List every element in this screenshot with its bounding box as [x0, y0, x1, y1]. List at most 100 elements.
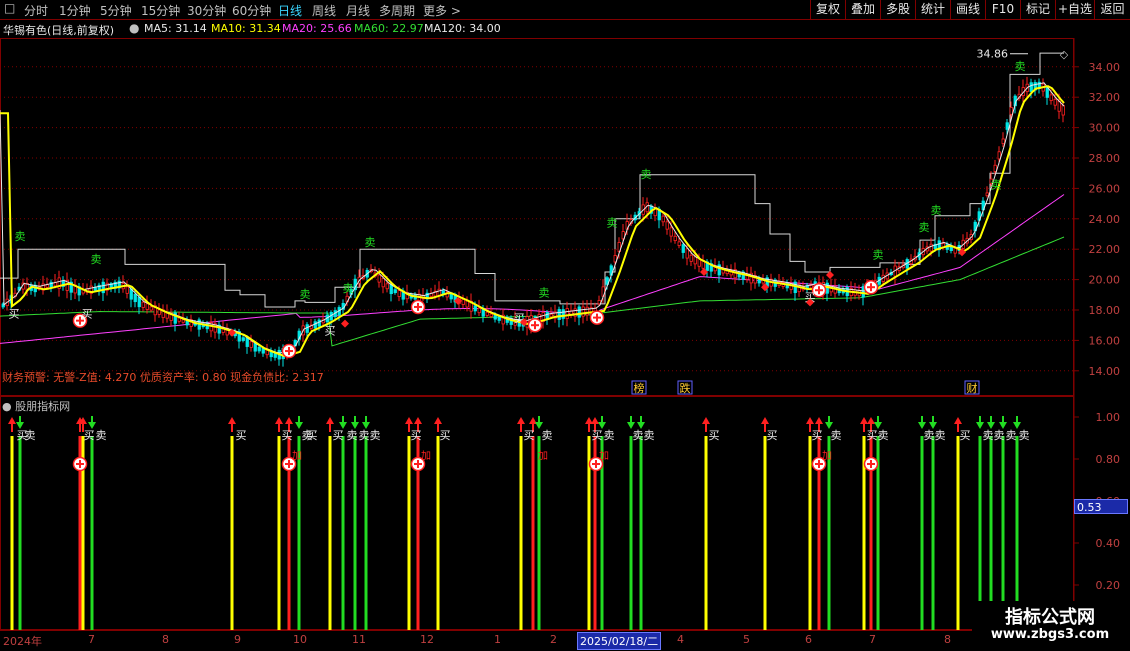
signal-bar [277, 436, 281, 630]
sell-signal-label: 卖 [991, 178, 1002, 191]
tab-period-30min[interactable]: 30分钟 [187, 2, 226, 19]
candle-body [597, 300, 601, 305]
date-label: 11 [352, 633, 366, 646]
candle-body [181, 319, 185, 323]
indicator-axis-label: 0.20 [1096, 579, 1121, 592]
tab-period-monthly[interactable]: 月线 [346, 2, 370, 19]
sell-signal-label: 卖 [873, 248, 884, 261]
signal-bar [704, 436, 708, 630]
settings-dropdown-icon[interactable]: ● [129, 21, 139, 35]
tab-period-daily[interactable]: 日线 [278, 2, 302, 19]
add-watchlist-button[interactable]: +自选 [1055, 0, 1094, 19]
signal-bar [519, 436, 523, 630]
signal-bar [364, 436, 368, 630]
date-label: 8 [162, 633, 169, 646]
multi-stock-button[interactable]: 多股 [880, 0, 915, 19]
overlay-button[interactable]: 叠加 [845, 0, 880, 19]
indicator-chart[interactable]: 1.000.800.600.400.20买买买买买买买买买买买买买买买卖卖卖卖卖… [0, 396, 1130, 630]
candle-body [669, 227, 673, 237]
sell-signal-label: 卖 [96, 429, 107, 442]
price-chart[interactable]: 34.00 32.00 30.00 28.00 26.00 24.00 22.00 20.00… [0, 38, 1130, 396]
buy-signal-label: 买 [282, 429, 293, 442]
buy-signal-label: 买 [411, 429, 422, 442]
candle-body [577, 306, 581, 318]
candle-body [393, 289, 397, 294]
tab-period-1min[interactable]: 1分钟 [59, 2, 91, 19]
buy-signal-label: 买 [709, 429, 720, 442]
price-axis-label: 32.00 [1089, 91, 1121, 104]
candle-body [809, 285, 813, 289]
signal-bar [956, 436, 960, 630]
tab-period-weekly[interactable]: 周线 [312, 2, 336, 19]
add-signal-label: 加 [292, 450, 302, 462]
candle-body [677, 241, 681, 246]
ma120-value: MA120: 34.00 [424, 22, 501, 35]
event-marker-label: 财 [967, 381, 978, 395]
price-axis-label: 16.00 [1089, 334, 1121, 347]
sell-signal-label: 卖 [641, 168, 652, 181]
statistics-button[interactable]: 统计 [915, 0, 950, 19]
mark-button[interactable]: 标记 [1020, 0, 1055, 19]
buy-signal-label: 买 [333, 429, 344, 442]
tab-period-5min[interactable]: 5分钟 [100, 2, 132, 19]
indicator-axis-label: 0.80 [1096, 453, 1121, 466]
signal-bar [920, 436, 924, 630]
window-toggle-icon[interactable]: □ [4, 1, 15, 15]
price-axis-label: 14.00 [1089, 365, 1121, 378]
signal-bar [297, 436, 301, 630]
signal-bar [827, 436, 831, 630]
stock-title[interactable]: 华锡有色(日线,前复权) [3, 22, 114, 38]
candle-body [549, 313, 553, 318]
buy-signal-label: 买 [84, 429, 95, 442]
date-label: 5 [743, 633, 750, 646]
candle-body [557, 309, 561, 320]
tab-period-60min[interactable]: 60分钟 [232, 2, 271, 19]
price-axis-label: 26.00 [1089, 182, 1121, 195]
sell-signal-label: 卖 [302, 429, 313, 442]
tab-period-15min[interactable]: 15分钟 [141, 2, 180, 19]
candle-body [685, 248, 689, 259]
f10-button[interactable]: F10 [985, 0, 1020, 19]
tab-period-multi[interactable]: 多周期 [379, 2, 415, 19]
sell-signal-label: 卖 [604, 429, 615, 442]
chevron-right-icon: > [450, 4, 461, 18]
sell-signal-label: 卖 [607, 216, 618, 229]
date-label-selected[interactable]: 2025/02/18/二 [577, 632, 662, 650]
candle-body [101, 281, 105, 294]
buy-signal-label: 买 [767, 429, 778, 442]
sell-signal-label: 卖 [1015, 60, 1026, 73]
candle-body [689, 254, 693, 262]
signal-bar [531, 436, 535, 630]
date-label: 4 [677, 633, 684, 646]
tab-period-more[interactable]: 更多 > [423, 2, 461, 19]
signal-bar [10, 436, 14, 630]
signal-bar [639, 436, 643, 630]
buy-signal-label: 买 [9, 308, 20, 321]
buy-signal-label: 买 [440, 429, 451, 442]
sell-signal-label: 卖 [25, 429, 36, 442]
finance-warning-text: 财务预警: 无警-Z值: 4.270 优质资产率: 0.80 现金负债比: 2.… [2, 370, 324, 384]
restore-rights-button[interactable]: 复权 [810, 0, 845, 19]
candle-body [1057, 101, 1061, 112]
candle-body [1029, 82, 1033, 92]
diamond-icon: ◇ [1060, 48, 1069, 61]
tab-period-fenshi[interactable]: 分时 [24, 2, 48, 19]
price-axis-label: 18.00 [1089, 304, 1121, 317]
signal-bar [90, 436, 94, 630]
ma120-step-line [0, 52, 1064, 308]
date-label: 10 [293, 633, 307, 646]
high-price-label: 34.86 [977, 48, 1009, 61]
draw-line-button[interactable]: 画线 [950, 0, 985, 19]
candle-body [257, 346, 261, 352]
indicator-axis-label: 1.00 [1096, 411, 1121, 424]
candle-body [665, 221, 669, 230]
price-axis-label: 22.00 [1089, 243, 1121, 256]
signal-bar [230, 436, 234, 630]
sell-signal-label: 卖 [359, 429, 370, 442]
candle-body [673, 235, 677, 242]
date-label: 2 [550, 633, 557, 646]
sell-signal-label: 卖 [919, 221, 930, 234]
signal-diamond-icon [341, 319, 349, 328]
period-toolbar: □ 分时 1分钟 5分钟 15分钟 30分钟 60分钟 日线 周线 月线 多周期… [0, 0, 1130, 20]
back-button[interactable]: 返回 [1094, 0, 1130, 19]
